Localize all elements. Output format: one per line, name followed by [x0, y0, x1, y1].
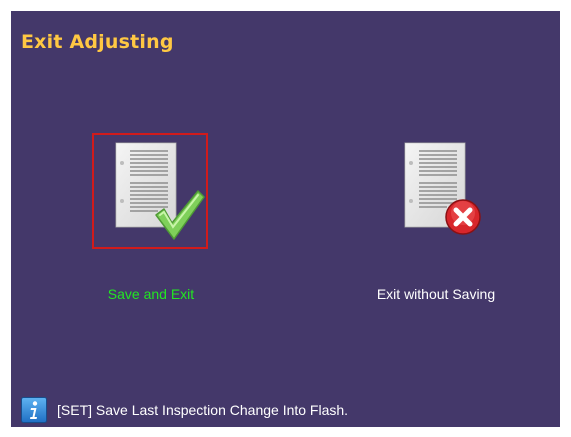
selection-frame	[381, 133, 497, 249]
status-bar: [SET] Save Last Inspection Change Into F…	[21, 397, 541, 423]
save-and-exit-label: Save and Exit	[107, 286, 195, 302]
screen: Exit Adjusting Save and Exit Exit withou…	[0, 0, 571, 437]
exit-without-saving-option[interactable]: Exit without Saving	[336, 129, 536, 309]
info-icon	[21, 397, 47, 423]
status-message: [SET] Save Last Inspection Change Into F…	[57, 402, 349, 418]
selection-frame	[92, 133, 208, 249]
dialog-title: Exit Adjusting	[21, 31, 174, 53]
document-check-icon	[115, 142, 205, 240]
document-cancel-icon	[404, 142, 481, 235]
exit-adjusting-dialog: Exit Adjusting Save and Exit Exit withou…	[11, 11, 560, 427]
save-and-exit-option[interactable]: Save and Exit	[71, 129, 231, 309]
exit-without-saving-label: Exit without Saving	[376, 286, 496, 302]
